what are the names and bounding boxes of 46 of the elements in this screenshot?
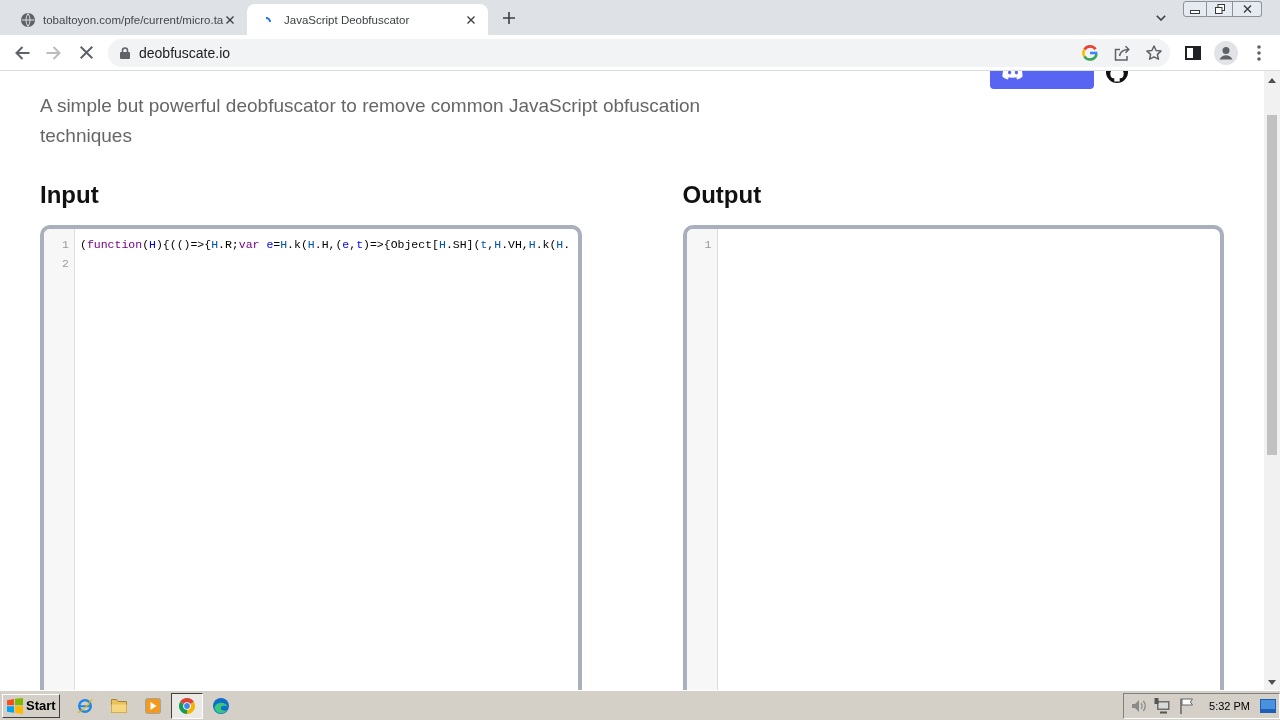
code-editor[interactable]: 1 2 (function(H){(()=>{H.R;var e=H.k(H.H,(e,t)=>{Object[H.SH](t,H.VH,H.k(H.	[40, 225, 582, 690]
scrollbar-thumb[interactable]	[1267, 115, 1277, 455]
side-panel-icon[interactable]	[1185, 45, 1201, 60]
back-arrow-icon[interactable]	[14, 44, 30, 61]
flag-icon[interactable]	[1180, 697, 1195, 714]
chevron-down-icon[interactable]	[1156, 14, 1166, 21]
scroll-up-icon[interactable]	[1268, 78, 1276, 83]
windows-logo-icon	[6, 697, 24, 714]
e-logo-icon	[76, 697, 93, 714]
code-line: (function(H){(()=>{H.R;var e=H.k(H.H,(e,t)=>{Object[H.SH](t,H.VH,H.k(H.	[80, 237, 571, 253]
swirl-logo-icon	[212, 697, 229, 714]
minimize-button[interactable]	[1183, 1, 1207, 17]
start-button[interactable]: Start	[2, 693, 60, 718]
browser-tab[interactable]: tobaltoyon.com/pfe/current/micro.ta	[7, 4, 247, 35]
star-icon[interactable]	[1146, 44, 1162, 61]
share-icon[interactable]	[1114, 44, 1130, 61]
line-number: 1	[61, 237, 70, 253]
menu-dots-icon[interactable]	[1257, 44, 1261, 61]
close-window-button[interactable]	[1233, 1, 1262, 17]
url-text: deobfuscate.io	[139, 43, 231, 62]
page-subtitle: A simple but powerful deobfuscator to remove common JavaScript obfuscation techniques	[40, 94, 702, 148]
browser-tab[interactable]: JavaScript Deobfuscator	[247, 4, 488, 35]
lock-icon	[120, 46, 130, 59]
network-icon[interactable]	[1154, 697, 1171, 714]
play-icon	[144, 697, 161, 714]
folder-icon	[110, 697, 127, 714]
line-number: 2	[61, 256, 70, 272]
restore-icon	[1214, 4, 1225, 14]
editor-heading: Output	[682, 180, 763, 210]
close-tab-icon[interactable]	[467, 15, 475, 24]
profile-icon[interactable]	[1214, 40, 1238, 65]
minimize-icon	[1190, 9, 1200, 14]
show-desktop-icon[interactable]	[1260, 698, 1276, 713]
taskbar-button[interactable]	[170, 692, 203, 719]
line-number: 1	[703, 237, 713, 253]
new-tab-icon[interactable]	[503, 11, 515, 24]
clock: 5:32 PM	[1209, 698, 1250, 713]
editor-heading: Input	[40, 180, 100, 210]
scroll-down-icon[interactable]	[1268, 680, 1276, 685]
address-bar[interactable]: deobfuscate.io	[108, 38, 1170, 67]
g-logo-icon[interactable]	[1082, 44, 1098, 61]
stop-icon[interactable]	[80, 46, 93, 59]
close-tab-icon[interactable]	[226, 15, 234, 24]
circle-logo-icon	[178, 697, 195, 714]
close-icon	[1242, 5, 1252, 13]
restore-button[interactable]	[1207, 1, 1233, 17]
